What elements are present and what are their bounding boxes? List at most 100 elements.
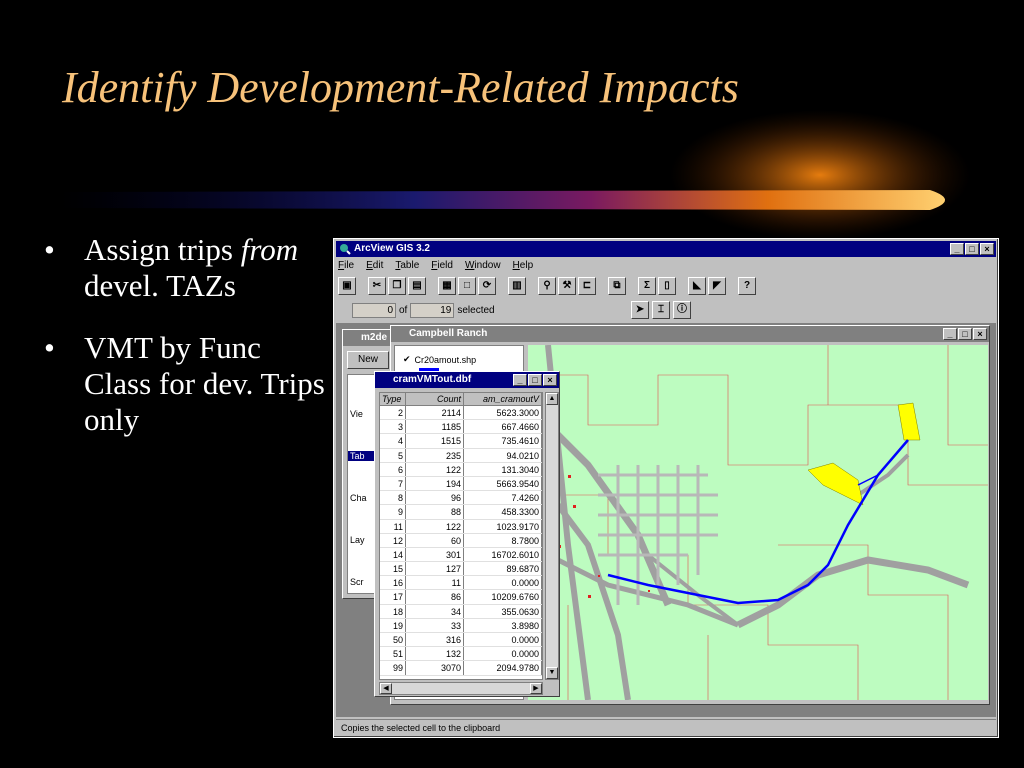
table-cell[interactable]: 11 [406, 576, 464, 590]
horizontal-scrollbar[interactable]: ◀ ▶ [379, 682, 543, 695]
table-cell[interactable]: 88 [406, 505, 464, 519]
copy-icon[interactable]: ❐ [388, 277, 406, 295]
table-cell[interactable]: 5663.9540 [464, 476, 542, 491]
table-cell[interactable]: 19 [380, 618, 406, 632]
calculate-icon[interactable]: ▯ [658, 277, 676, 295]
table-minimize-button[interactable]: _ [513, 374, 527, 386]
table-cell[interactable]: 16702.6010 [464, 547, 542, 562]
project-item-views[interactable]: Vie [348, 409, 363, 419]
table-cell[interactable]: 235 [406, 448, 464, 462]
view-maximize-button[interactable]: □ [958, 328, 972, 340]
table-row[interactable]: 6 122 131.3040 [380, 462, 542, 477]
table-cell[interactable]: 50 [380, 633, 406, 647]
maximize-button[interactable]: □ [965, 243, 979, 255]
table-cell[interactable]: 11 [380, 519, 406, 533]
table-cell[interactable]: 122 [406, 519, 464, 533]
app-titlebar[interactable]: ArcView GIS 3.2 _ □ × [336, 241, 996, 257]
table-row[interactable]: 8 96 7.4260 [380, 491, 542, 506]
edit-cursor-icon[interactable]: ⌶ [652, 301, 670, 319]
table-cell[interactable]: 9 [380, 505, 406, 519]
table-cell[interactable]: 667.4660 [464, 420, 542, 434]
find-icon[interactable]: ⚲ [538, 277, 556, 295]
table-cell[interactable]: 5623.3000 [464, 406, 542, 420]
table-cell[interactable]: 99 [380, 661, 406, 675]
query-icon[interactable]: ⚒ [558, 277, 576, 295]
table-cell[interactable]: 1515 [406, 434, 464, 448]
table-cell[interactable]: 3.8980 [464, 618, 542, 632]
table-row[interactable]: 15 127 89.6870 [380, 562, 542, 577]
promote-icon[interactable]: ⊏ [578, 277, 596, 295]
table-cell[interactable]: 15 [380, 562, 406, 576]
vertical-scrollbar[interactable]: ▲ ▼ [545, 392, 559, 680]
table-row[interactable]: 18 34 355.0630 [380, 604, 542, 619]
table-cell[interactable]: 1185 [406, 420, 464, 434]
checkbox-checked-icon[interactable]: ✔ [403, 354, 411, 365]
table-cell[interactable]: 86 [406, 590, 464, 604]
table-row[interactable]: 17 86 10209.6760 [380, 590, 542, 605]
theme-item[interactable]: ✔ Cr20amout.shp [403, 354, 476, 365]
table-row[interactable]: 19 33 3.8980 [380, 618, 542, 633]
table-cell[interactable]: 131.3040 [464, 462, 542, 476]
project-item-charts[interactable]: Cha [348, 493, 367, 503]
table-close-button[interactable]: × [543, 374, 557, 386]
table-row[interactable]: 16 11 0.0000 [380, 576, 542, 591]
project-item-scripts[interactable]: Scr [348, 577, 364, 587]
pointer-icon[interactable]: ➤ [631, 301, 649, 319]
menu-table[interactable]: Table [395, 260, 419, 271]
table-cell[interactable]: 12 [380, 533, 406, 547]
table-cell[interactable]: 458.3300 [464, 505, 542, 519]
sort-ascending-icon[interactable]: ◣ [688, 277, 706, 295]
help-icon[interactable]: ? [738, 277, 756, 295]
map-display[interactable] [528, 345, 988, 700]
table-cell[interactable]: 6 [380, 462, 406, 476]
scroll-left-icon[interactable]: ◀ [380, 683, 392, 694]
table-cell[interactable]: 0.0000 [464, 633, 542, 647]
table-row[interactable]: 4 1515 735.4610 [380, 434, 542, 449]
table-maximize-button[interactable]: □ [528, 374, 542, 386]
scroll-right-icon[interactable]: ▶ [530, 683, 542, 694]
table-cell[interactable]: 94.0210 [464, 448, 542, 462]
column-header-type[interactable]: Type [380, 393, 406, 405]
menu-field[interactable]: Field [431, 260, 453, 271]
table-cell[interactable]: 4 [380, 434, 406, 448]
table-cell[interactable]: 2 [380, 406, 406, 420]
view-close-button[interactable]: × [973, 328, 987, 340]
table-row[interactable]: 2 2114 5623.3000 [380, 406, 542, 421]
table-cell[interactable]: 132 [406, 647, 464, 661]
minimize-button[interactable]: _ [950, 243, 964, 255]
table-row[interactable]: 14 301 16702.6010 [380, 547, 542, 563]
table-cell[interactable]: 127 [406, 562, 464, 576]
table-cell[interactable]: 96 [406, 491, 464, 505]
new-button[interactable]: New [347, 351, 389, 369]
table-cell[interactable]: 51 [380, 647, 406, 661]
table-row[interactable]: 7 194 5663.9540 [380, 476, 542, 492]
summarize-icon[interactable]: Σ [638, 277, 656, 295]
refresh-icon[interactable]: ⟳ [478, 277, 496, 295]
table-cell[interactable]: 301 [406, 547, 464, 562]
table-row[interactable]: 11 122 1023.9170 [380, 519, 542, 534]
view-titlebar[interactable]: Campbell Ranch _ □ × [391, 326, 989, 342]
table-cell[interactable]: 10209.6760 [464, 590, 542, 604]
table-cell[interactable]: 735.4610 [464, 434, 542, 448]
menu-edit[interactable]: Edit [366, 260, 383, 271]
table-cell[interactable]: 7.4260 [464, 491, 542, 505]
table-cell[interactable]: 34 [406, 604, 464, 618]
table-row[interactable]: 9 88 458.3300 [380, 505, 542, 520]
menu-window[interactable]: Window [465, 260, 501, 271]
menu-help[interactable]: Help [513, 260, 534, 271]
table-cell[interactable]: 122 [406, 462, 464, 476]
table-cell[interactable]: 16 [380, 576, 406, 590]
table-row[interactable]: 5 235 94.0210 [380, 448, 542, 463]
table-cell[interactable]: 194 [406, 476, 464, 491]
table-cell[interactable]: 3070 [406, 661, 464, 675]
table-cell[interactable]: 5 [380, 448, 406, 462]
table-cell[interactable]: 316 [406, 633, 464, 647]
table-row[interactable]: 51 132 0.0000 [380, 647, 542, 662]
project-item-layouts[interactable]: Lay [348, 535, 365, 545]
view-minimize-button[interactable]: _ [943, 328, 957, 340]
select-all-icon[interactable]: ▦ [438, 277, 456, 295]
table-cell[interactable]: 8 [380, 491, 406, 505]
identify-icon[interactable]: ⓘ [673, 301, 691, 319]
sort-descending-icon[interactable]: ◤ [708, 277, 726, 295]
table-cell[interactable]: 33 [406, 618, 464, 632]
